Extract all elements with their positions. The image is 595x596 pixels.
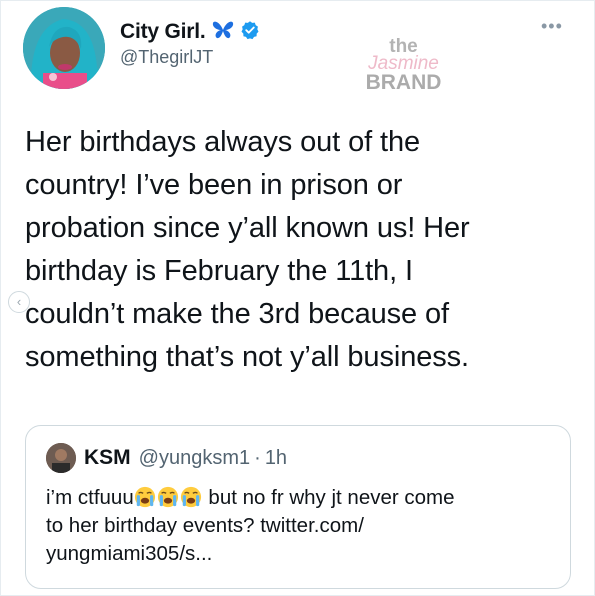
tweet-text: Her birthdays always out of the country!… — [25, 121, 580, 379]
tweet-card: City Girl. @ThegirlJT ••• the Jasmine BR… — [0, 0, 595, 596]
quoted-link-text[interactable]: yungmiami305/s... — [46, 540, 556, 568]
quoted-author-avatar[interactable] — [46, 443, 76, 473]
tweet-text-line: country! I’ve been in prison or — [25, 169, 403, 201]
tweet-text-line: Her birthdays always out of the — [25, 126, 421, 158]
author-handle[interactable]: @ThegirlJT — [120, 47, 213, 68]
butterfly-icon — [212, 20, 234, 45]
loudly-crying-face-icon — [157, 486, 178, 508]
loudly-crying-face-icon — [134, 486, 155, 508]
quoted-text-line-1: i’m ctfuuu but no fr why jt never come — [46, 484, 556, 512]
quoted-tweet-header: KSM @yungksm1 · 1h — [46, 443, 287, 473]
quoted-tweet[interactable]: KSM @yungksm1 · 1h i’m ctfuuu but no fr … — [25, 425, 571, 589]
separator-dot: · — [254, 446, 261, 469]
quoted-avatar-image — [46, 443, 76, 473]
tweet-text-line: couldn’t make the 3rd because of — [25, 298, 450, 330]
tweet-text-line: probation since y’all known us! Her — [25, 212, 470, 244]
author-name-row: City Girl. — [120, 18, 260, 46]
quoted-timestamp[interactable]: 1h — [265, 447, 287, 470]
quoted-text-line-2: to her birthday events? twitter.com/ — [46, 514, 364, 537]
brand-watermark: the Jasmine BRAND — [346, 37, 461, 93]
verified-badge-icon — [240, 20, 260, 45]
loudly-crying-face-icon — [180, 486, 201, 508]
quoted-text-end: but no fr why jt never come — [202, 486, 455, 509]
quoted-author-name[interactable]: KSM — [84, 446, 131, 470]
watermark-brand: BRAND — [365, 71, 442, 94]
tweet-text-line: birthday is February the 11th, I — [25, 255, 413, 287]
tweet-text-line: something that’s not y’all business. — [25, 341, 470, 373]
avatar-image — [23, 7, 105, 89]
quoted-author-handle[interactable]: @yungksm1 — [139, 447, 250, 470]
quoted-text-start: i’m ctfuuu — [46, 486, 134, 509]
author-avatar[interactable] — [23, 7, 105, 89]
carousel-prev-chevron-icon[interactable]: ‹ — [8, 291, 30, 313]
quoted-tweet-text: i’m ctfuuu but no fr why jt never come t… — [46, 484, 556, 568]
author-name[interactable]: City Girl. — [120, 20, 206, 44]
more-options-icon[interactable]: ••• — [541, 17, 563, 35]
